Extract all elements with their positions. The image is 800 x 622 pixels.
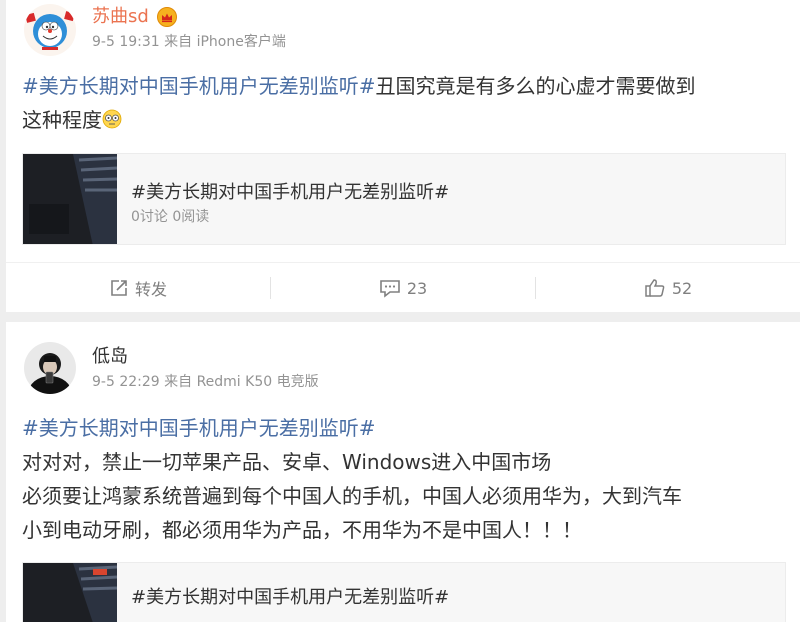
topic-stats: 0讨论 0阅读 (131, 209, 210, 225)
crown-badge-icon[interactable] (157, 7, 177, 27)
share-edit-icon (111, 280, 127, 296)
post-date[interactable]: 9-5 19:31 (92, 34, 160, 50)
user-name[interactable]: 低岛 (92, 346, 128, 368)
post-date[interactable]: 9-5 22:29 (92, 374, 160, 390)
user-name[interactable]: 苏曲sd (92, 6, 149, 28)
post-source: 来自 Redmi K50 电竞版 (164, 374, 319, 390)
topic-title[interactable]: #美方长期对中国手机用户无差别监听# (131, 583, 449, 609)
comment-button[interactable]: 23 (271, 263, 535, 313)
user-avatar[interactable] (24, 4, 76, 56)
topic-title[interactable]: #美方长期对中国手机用户无差别监听# (131, 178, 449, 204)
post-text-line: 对对对，禁止一切苹果产品、安卓、Windows进入中国市场 (22, 450, 552, 474)
post-text-segment: 这种程度 (22, 108, 102, 132)
like-count: 52 (671, 278, 693, 298)
user-avatar[interactable] (24, 342, 76, 394)
repost-label: 转发 (134, 280, 167, 299)
post-text-line: #美方长期对中国手机用户无差别监听# (22, 412, 376, 444)
post-text-segment: 丑国究竟是有多么的心虚才需要做到 (375, 74, 696, 98)
post-text-line: 小到电动牙刷，都必须用华为产品，不用华为不是中国人！！！ (22, 518, 582, 542)
thumbs-up-icon (645, 279, 665, 297)
comment-count: 23 (406, 278, 428, 298)
post-meta: 9-5 22:29 来自 Redmi K50 电竞版 (92, 373, 319, 391)
topic-card[interactable]: #美方长期对中国手机用户无差别监听# 0讨论 0阅读 (22, 153, 786, 245)
hashtag-link[interactable]: #美方长期对中国手机用户无差别监听# (22, 74, 376, 98)
post-meta: 9-5 19:31 来自 iPhone客户端 (92, 33, 286, 51)
repost-button[interactable]: 转发 (6, 263, 270, 313)
hashtag-link[interactable]: #美方长期对中国手机用户无差别监听# (22, 416, 376, 440)
post-text-line: 这种程度 (22, 104, 122, 138)
action-bar: 转发 23 52 (6, 262, 800, 312)
comment-icon (380, 280, 400, 298)
like-button[interactable]: 52 (536, 263, 800, 313)
post-source: 来自 iPhone客户端 (164, 34, 286, 50)
topic-thumbnail (23, 563, 117, 622)
topic-thumbnail (23, 154, 117, 244)
post-text-line: 必须要让鸿蒙系统普遍到每个中国人的手机，中国人必须用华为，大到汽车 (22, 484, 682, 508)
topic-card[interactable]: #美方长期对中国手机用户无差别监听# (22, 562, 786, 622)
post-text-line: #美方长期对中国手机用户无差别监听#丑国究竟是有多么的心虚才需要做到 (22, 70, 696, 102)
clueless-emoji-icon (102, 106, 122, 138)
